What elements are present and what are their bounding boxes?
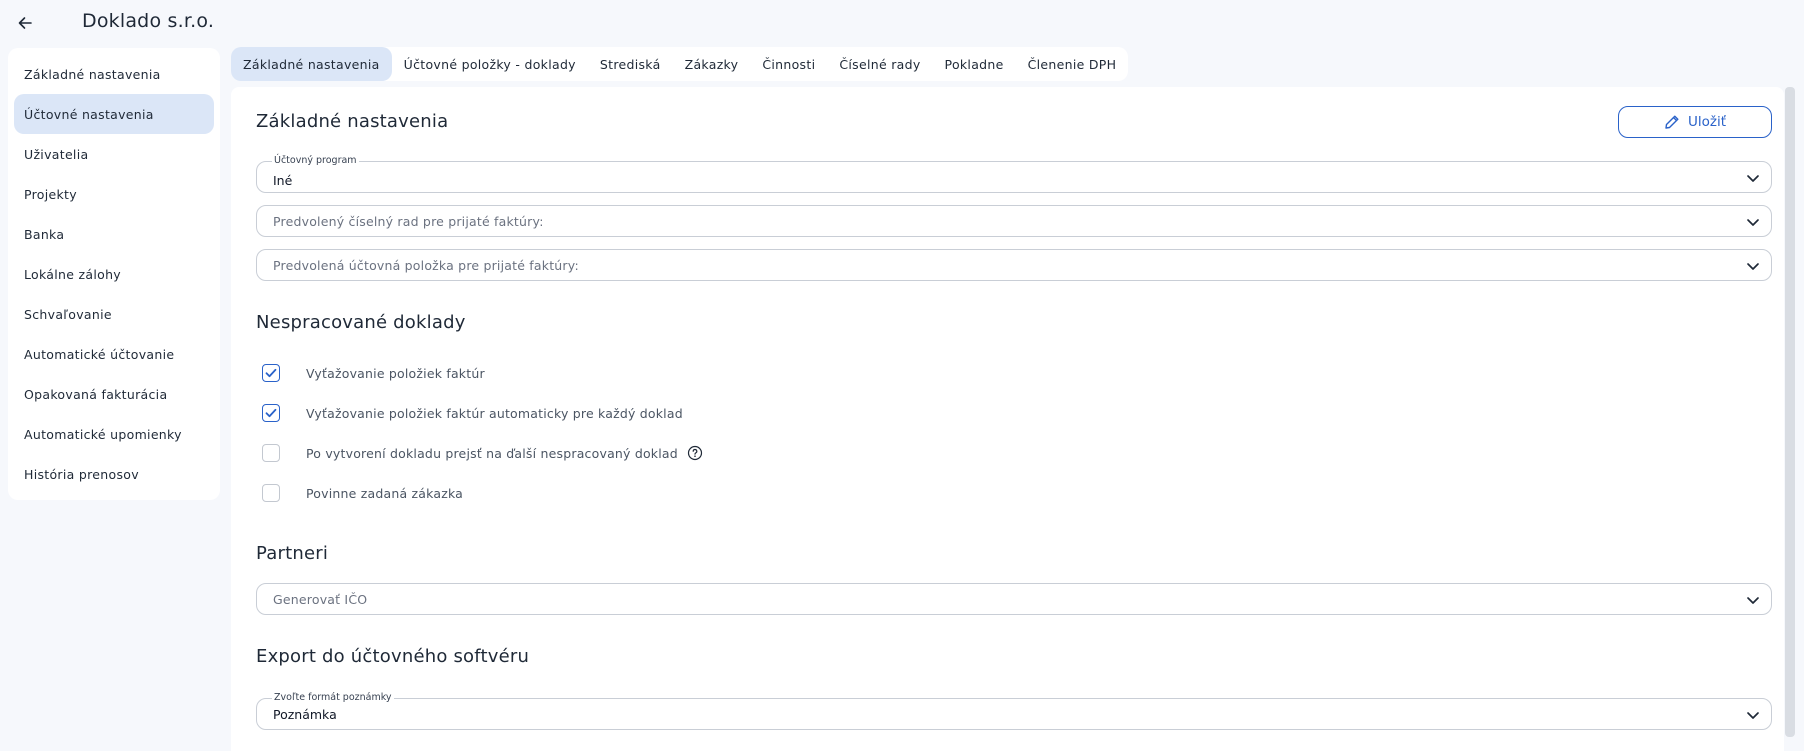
sidebar-item-approval[interactable]: Schvaľovanie xyxy=(14,294,214,334)
sidebar-item-basic-settings[interactable]: Základné nastavenia xyxy=(14,54,214,94)
accounting-program-label: Účtovný program xyxy=(272,155,359,166)
sidebar-item-local-backups[interactable]: Lokálne zálohy xyxy=(14,254,214,294)
tab-accounting-items[interactable]: Účtovné položky - doklady xyxy=(392,47,588,81)
chevron-down-icon xyxy=(1747,219,1759,226)
extract-items-auto-label: Vyťažovanie položiek faktúr automaticky … xyxy=(306,405,683,421)
chevron-down-icon xyxy=(1747,712,1759,719)
next-unprocessed-label: Po vytvorení dokladu prejsť na ďalší nes… xyxy=(306,445,678,461)
sidebar-item-projects[interactable]: Projekty xyxy=(14,174,214,214)
section-title-export: Export do účtovného softvéru xyxy=(256,646,530,667)
settings-tabs: Základné nastavenia Účtovné položky - do… xyxy=(231,47,1129,81)
default-accounting-item-placeholder: Predvolená účtovná položka pre prijaté f… xyxy=(273,258,579,273)
save-button-label: Uložiť xyxy=(1687,114,1727,130)
checkbox-row-extract-items: Vyťažovanie položiek faktúr xyxy=(262,363,485,383)
next-unprocessed-checkbox[interactable] xyxy=(262,444,280,462)
tab-number-series[interactable]: Číselné rady xyxy=(827,47,932,81)
default-number-series-select[interactable]: Predvolený číselný rad pre prijaté faktú… xyxy=(256,205,1772,237)
tab-cash-registers[interactable]: Pokladne xyxy=(933,47,1016,81)
default-accounting-item-select[interactable]: Predvolená účtovná položka pre prijaté f… xyxy=(256,249,1772,281)
chevron-down-icon xyxy=(1747,263,1759,270)
generate-ico-placeholder: Generovať IČO xyxy=(273,592,368,607)
checkbox-row-next-unprocessed: Po vytvorení dokladu prejsť na ďalší nes… xyxy=(262,443,703,463)
tab-vat-breakdown[interactable]: Členenie DPH xyxy=(1016,47,1129,81)
help-circle-icon[interactable] xyxy=(687,445,703,461)
sidebar-item-auto-accounting[interactable]: Automatické účtovanie xyxy=(14,334,214,374)
checkbox-row-mandatory-order: Povinne zadaná zákazka xyxy=(262,483,463,503)
sidebar-item-users[interactable]: Uživatelia xyxy=(14,134,214,174)
tab-orders[interactable]: Zákazky xyxy=(673,47,751,81)
sidebar-item-recurring-invoicing[interactable]: Opakovaná fakturácia xyxy=(14,374,214,414)
default-number-series-placeholder: Predvolený číselný rad pre prijaté faktú… xyxy=(273,214,544,229)
back-button[interactable] xyxy=(12,10,38,36)
chevron-down-icon xyxy=(1747,597,1759,604)
settings-panel: Základné nastavenia Uložiť Účtovný progr… xyxy=(231,87,1784,751)
checkmark-icon xyxy=(265,408,277,418)
tab-activities[interactable]: Činnosti xyxy=(750,47,827,81)
chevron-down-icon xyxy=(1747,175,1759,182)
settings-sidebar: Základné nastavenia Účtovné nastavenia U… xyxy=(8,48,220,500)
mandatory-order-checkbox[interactable] xyxy=(262,484,280,502)
section-title-basic: Základné nastavenia xyxy=(256,111,449,132)
save-button[interactable]: Uložiť xyxy=(1618,106,1772,138)
note-format-label: Zvoľte formát poznámky xyxy=(272,692,394,703)
accounting-program-select[interactable]: Účtovný program Iné xyxy=(256,155,1772,193)
generate-ico-select[interactable]: Generovať IČO xyxy=(256,583,1772,615)
page-title: Doklado s.r.o. xyxy=(82,10,215,32)
sidebar-item-transfer-history[interactable]: História prenosov xyxy=(14,454,214,494)
sidebar-item-bank[interactable]: Banka xyxy=(14,214,214,254)
top-bar: Doklado s.r.o. xyxy=(0,0,1804,46)
checkmark-icon xyxy=(265,368,277,378)
tab-basic-settings[interactable]: Základné nastavenia xyxy=(231,47,392,81)
extract-items-auto-checkbox[interactable] xyxy=(262,404,280,422)
section-title-unprocessed: Nespracované doklady xyxy=(256,312,466,333)
sidebar-item-auto-reminders[interactable]: Automatické upomienky xyxy=(14,414,214,454)
note-format-value: Poznámka xyxy=(273,707,337,722)
extract-items-checkbox[interactable] xyxy=(262,364,280,382)
vertical-scrollbar[interactable] xyxy=(1785,87,1795,737)
arrow-left-icon xyxy=(18,17,32,29)
tab-cost-centers[interactable]: Strediská xyxy=(588,47,673,81)
mandatory-order-label: Povinne zadaná zákazka xyxy=(306,485,464,501)
accounting-program-value: Iné xyxy=(273,173,293,188)
note-format-select[interactable]: Zvoľte formát poznámky Poznámka xyxy=(256,692,1772,730)
sidebar-item-accounting-settings[interactable]: Účtovné nastavenia xyxy=(14,94,214,134)
extract-items-label: Vyťažovanie položiek faktúr xyxy=(306,365,485,381)
pencil-icon xyxy=(1665,115,1679,129)
section-title-partners: Partneri xyxy=(256,543,329,564)
checkbox-row-extract-items-auto: Vyťažovanie položiek faktúr automaticky … xyxy=(262,403,683,423)
